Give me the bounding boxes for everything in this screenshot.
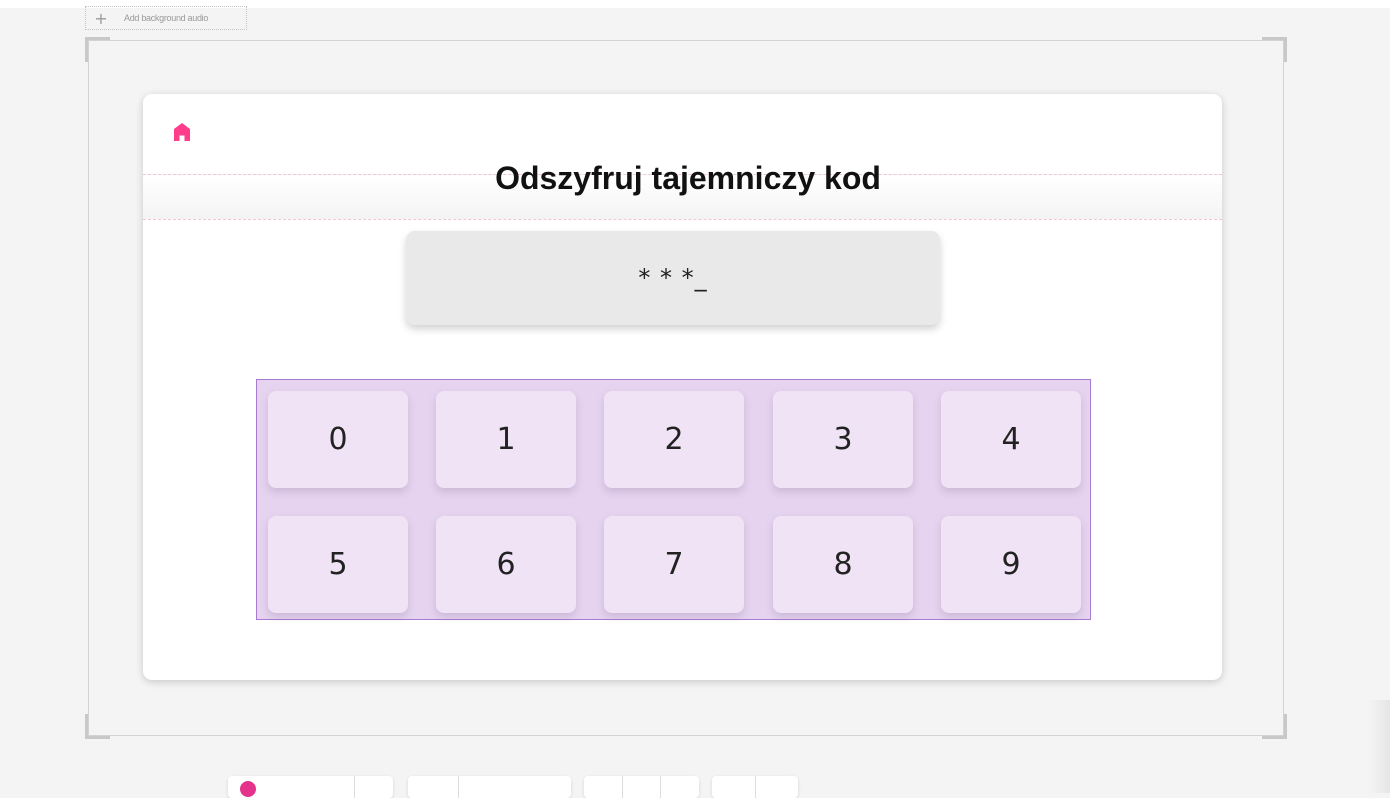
key-2[interactable]: 2 bbox=[604, 391, 744, 488]
add-background-audio-label: Add background audio bbox=[124, 13, 209, 23]
key-3[interactable]: 3 bbox=[773, 391, 913, 488]
plus-icon: + bbox=[94, 8, 108, 28]
toolbar-group-zoom[interactable] bbox=[408, 776, 571, 798]
slide-card: Odszyfruj tajemniczy kod * * *_ 0 1 2 3 … bbox=[143, 94, 1222, 680]
key-9[interactable]: 9 bbox=[941, 516, 1081, 613]
home-icon[interactable] bbox=[173, 122, 191, 142]
key-0[interactable]: 0 bbox=[268, 391, 408, 488]
resize-handle-bottom-left[interactable] bbox=[85, 714, 110, 739]
key-6[interactable]: 6 bbox=[436, 516, 576, 613]
code-display-value: * * *_ bbox=[638, 264, 708, 292]
resize-handle-bottom-right[interactable] bbox=[1262, 714, 1287, 739]
key-5[interactable]: 5 bbox=[268, 516, 408, 613]
resize-handle-top-right[interactable] bbox=[1262, 37, 1287, 62]
toolbar-group-add[interactable] bbox=[228, 776, 393, 798]
panel-edge bbox=[1368, 700, 1390, 793]
toolbar-group-view[interactable] bbox=[712, 776, 798, 798]
key-4[interactable]: 4 bbox=[941, 391, 1081, 488]
add-icon bbox=[240, 781, 256, 797]
code-display: * * *_ bbox=[406, 231, 940, 325]
key-7[interactable]: 7 bbox=[604, 516, 744, 613]
resize-handle-top-left[interactable] bbox=[85, 37, 110, 62]
keypad: 0 1 2 3 4 5 6 7 8 9 bbox=[256, 379, 1091, 620]
toolbar-group-pagination[interactable] bbox=[584, 776, 699, 798]
key-8[interactable]: 8 bbox=[773, 516, 913, 613]
page-title: Odszyfruj tajemniczy kod bbox=[495, 160, 881, 196]
key-1[interactable]: 1 bbox=[436, 391, 576, 488]
add-background-audio-button[interactable]: + Add background audio bbox=[85, 6, 247, 30]
